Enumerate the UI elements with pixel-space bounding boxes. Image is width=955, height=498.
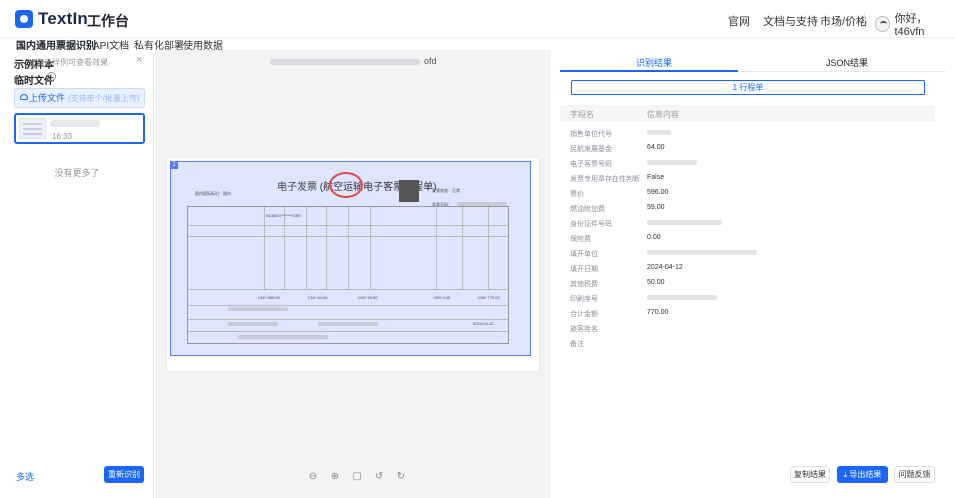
result-row-value-redacted (647, 160, 697, 165)
nav-market-pricing[interactable]: 市场/价格 (820, 13, 867, 29)
textin-logo-icon (15, 10, 33, 28)
result-row-label: 印刷序号 (570, 296, 598, 303)
multi-select-link[interactable]: 多选 (16, 470, 34, 483)
result-row-label: 填开日期 (570, 266, 598, 273)
brand-logo[interactable]: TextIn (15, 9, 88, 29)
rerun-recognition-button[interactable]: 重新识别 (104, 466, 144, 483)
export-result-button[interactable]: ⤓ 导出结果 (837, 466, 888, 483)
result-row-label: 身份证件号码 (570, 221, 612, 228)
result-row-value-redacted (647, 220, 722, 225)
rotate-left-icon[interactable]: ↺ (373, 471, 385, 482)
result-panel: 识别结果 JSON结果 1 行程单 字段名 信息内容 销售单位代号 民航发展基金… (552, 50, 955, 498)
col-field-name: 字段名 (570, 110, 594, 119)
copy-result-button[interactable]: 复制结果 (790, 466, 830, 483)
col-info-content: 信息内容 (647, 110, 679, 119)
result-row-label: 合计金额 (570, 311, 598, 318)
result-row-value-redacted (647, 130, 671, 135)
zoom-in-icon[interactable]: ⊕ (329, 471, 341, 482)
file-name-redacted (50, 120, 100, 127)
upload-cloud-icon (20, 94, 28, 100)
result-row-value[interactable]: 59.00 (647, 204, 665, 211)
file-sidebar: 示例样本 *点击样例可查看效果 × 临时文件 i 上传文件 (支持单个/批量上传)… (0, 50, 154, 498)
result-row-label: 保险费 (570, 236, 591, 243)
invoice-page: 1 国内国际标识：国内 电子发票 (航空运输电子客票行程单) 发票状态：正常 发… (167, 158, 539, 371)
invoice-field-type: 国内国际标识：国内 (195, 191, 231, 196)
result-table-header: 字段名 信息内容 (560, 105, 935, 121)
result-row-label: 电子客票号码 (570, 161, 612, 168)
result-row-label: 发票专用章存在性判断 (570, 176, 640, 183)
file-preview-image (19, 118, 46, 139)
qr-code-icon (399, 180, 419, 202)
rotate-right-icon[interactable]: ↻ (395, 471, 407, 482)
redacted-line (228, 322, 278, 326)
invoice-amount-insurance: CNY 0.00 (433, 295, 451, 300)
close-icon[interactable]: × (136, 54, 142, 66)
region-index-badge: 1 (170, 161, 178, 169)
result-row-value[interactable]: 596.00 (647, 189, 668, 196)
redacted-line (318, 322, 378, 326)
brand-name: TextIn (38, 9, 89, 28)
result-row-value-redacted (647, 295, 717, 300)
no-more-text: 没有更多了 (54, 168, 100, 178)
result-row-label: 填开单位 (570, 251, 598, 258)
result-row-value[interactable]: 0.00 (647, 234, 661, 241)
result-row-value[interactable]: 770.00 (647, 309, 668, 316)
upload-label: 上传文件 (29, 93, 66, 103)
invoice-stamp-icon (329, 172, 363, 198)
invoice-table: 5105037*******1397 CNY 596.00 CNY 64.00 … (187, 206, 509, 344)
result-row-label: 旅客姓名 (570, 326, 598, 333)
result-row-label: 燃油附加费 (570, 206, 605, 213)
invoice-title-main: 电子发票 (277, 182, 317, 193)
active-tab-indicator (560, 70, 738, 72)
invoice-seq: 5105037*******1397 (266, 213, 302, 218)
result-row-label: 备注 (570, 341, 584, 348)
invoice-amount-fuel: CNY 59.00 (358, 295, 378, 300)
zoom-out-icon[interactable]: ⊖ (307, 471, 319, 482)
result-row-value[interactable]: 64.00 (647, 144, 665, 151)
tab-recognition-result[interactable]: 识别结果 (636, 56, 672, 69)
export-label: 导出结果 (849, 470, 882, 479)
nav-divider (864, 13, 865, 25)
result-row-value[interactable]: 50.00 (647, 279, 665, 286)
file-name: ofd (270, 56, 437, 66)
result-tabs: 识别结果 JSON结果 (560, 50, 946, 72)
result-row-value[interactable]: 2024-04-12 (647, 264, 683, 271)
workspace-title: 工作台 (87, 13, 129, 29)
invoice-field-status: 发票状态：正常 (432, 188, 460, 193)
feedback-button[interactable]: 问题反馈 (894, 466, 935, 483)
file-thumbnail-selected[interactable]: 16:33 (14, 113, 145, 144)
result-row-label: 其他税费 (570, 281, 598, 288)
info-icon[interactable]: i (47, 72, 56, 81)
itinerary-table-selector[interactable]: 1 行程单 (571, 80, 925, 95)
result-row-label: 票价 (570, 191, 584, 198)
result-row-label: 销售单位代号 (570, 131, 612, 138)
tab-json-result[interactable]: JSON结果 (826, 56, 868, 69)
upload-hint: (支持单个/批量上传) (68, 94, 140, 103)
invoice-date: 2024-04-12 (473, 321, 494, 326)
document-preview: ofd 1 国内国际标识：国内 电子发票 (航空运输电子客票行程单) 发票状态：… (155, 50, 551, 498)
redacted-line (228, 307, 288, 311)
file-name-redacted (270, 58, 420, 65)
fit-page-icon[interactable]: ▢ (351, 471, 363, 482)
result-row-label: 民航发展基金 (570, 146, 612, 153)
invoice-amount-total: CNY 770.00 (478, 295, 500, 300)
file-time: 16:33 (52, 132, 73, 141)
invoice-amount-fund: CNY 64.00 (308, 295, 328, 300)
nav-official-site[interactable]: 官网 (728, 13, 750, 29)
file-extension: ofd (424, 56, 437, 66)
samples-hint: *点击样例可查看效果 (33, 58, 109, 67)
result-row-value[interactable]: False (647, 174, 664, 181)
avatar (875, 16, 891, 32)
redacted-line (238, 335, 328, 339)
sub-nav: 国内通用票据识别 API文档 私有化部署 使用数据 (0, 32, 955, 52)
zoom-toolbar: ⊖ ⊕ ▢ ↺ ↻ (307, 471, 407, 482)
upload-button[interactable]: 上传文件 (支持单个/批量上传) (14, 88, 145, 108)
nav-docs-support[interactable]: 文档与支持 (763, 13, 818, 29)
invoice-amount-fare: CNY 596.00 (258, 295, 280, 300)
result-row-value-redacted (647, 250, 757, 255)
